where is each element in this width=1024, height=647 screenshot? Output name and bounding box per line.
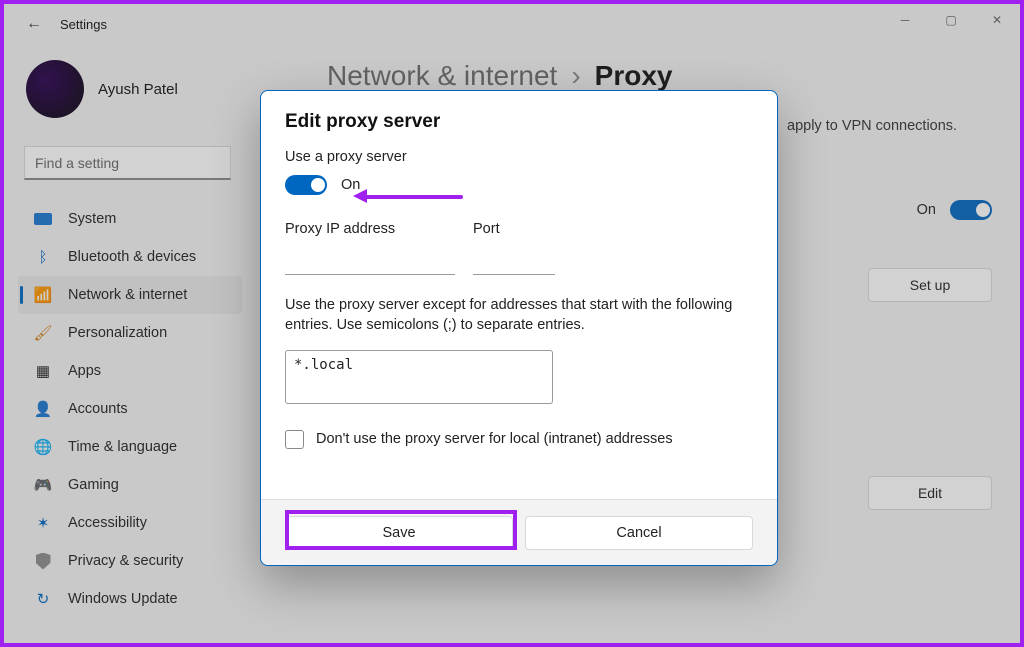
use-proxy-label: Use a proxy server [285,149,753,165]
port-label: Port [473,221,555,237]
local-intranet-checkbox[interactable] [285,430,304,449]
proxy-port-input[interactable] [473,245,555,275]
ip-label: Proxy IP address [285,221,455,237]
exceptions-input[interactable] [285,350,553,404]
proxy-ip-input[interactable] [285,245,455,275]
save-button[interactable]: Save [285,516,513,550]
exceptions-description: Use the proxy server except for addresse… [285,295,753,336]
edit-proxy-dialog: Edit proxy server Use a proxy server On … [260,90,778,566]
toggle-state-text: On [341,177,360,193]
cancel-button[interactable]: Cancel [525,516,753,550]
use-proxy-toggle[interactable] [285,175,327,195]
dialog-title: Edit proxy server [285,111,753,133]
checkbox-label: Don't use the proxy server for local (in… [316,431,673,447]
